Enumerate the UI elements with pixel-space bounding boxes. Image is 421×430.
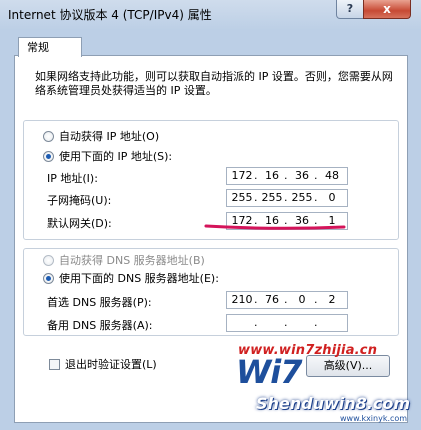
- octet: 2: [314, 292, 347, 308]
- radio-selected-icon: [43, 272, 54, 284]
- watermark-small-url: www.kxinyk.com: [340, 414, 408, 423]
- preferred-dns-input[interactable]: 210 76 0 2: [226, 291, 348, 309]
- watermark-brand: Shenduwin8.com: [256, 394, 411, 413]
- octet: [314, 315, 347, 331]
- title-bar[interactable]: Internet 协议版本 4 (TCP/IPv4) 属性 ? x: [0, 0, 421, 28]
- watermark-url: www.win7zhijia.cn: [238, 343, 378, 358]
- auto-ip-radio[interactable]: 自动获得 IP 地址(O): [43, 128, 159, 144]
- checkbox-icon: [49, 358, 60, 370]
- octet: 48: [314, 168, 347, 184]
- help-button[interactable]: ?: [336, 0, 364, 19]
- manual-dns-label: 使用下面的 DNS 服务器地址(E):: [59, 272, 219, 285]
- octet: [227, 315, 257, 331]
- octet: 255: [284, 190, 317, 206]
- manual-dns-radio[interactable]: 使用下面的 DNS 服务器地址(E):: [43, 270, 219, 286]
- octet: 36: [284, 168, 317, 184]
- description-text: 如果网络支持此功能，则可以获取自动指派的 IP 设置。否则，您需要从网络系统管理…: [35, 70, 393, 97]
- octet: 76: [254, 292, 287, 308]
- manual-ip-radio[interactable]: 使用下面的 IP 地址(S):: [43, 148, 172, 164]
- auto-dns-label: 自动获得 DNS 服务器地址(B): [59, 254, 205, 267]
- manual-ip-label: 使用下面的 IP 地址(S):: [59, 150, 173, 163]
- tab-general[interactable]: 常规: [18, 37, 82, 57]
- octet: [284, 315, 317, 331]
- validate-label: 退出时验证设置(L): [65, 358, 157, 371]
- auto-dns-radio[interactable]: 自动获得 DNS 服务器地址(B): [43, 252, 205, 268]
- dialog-window: Internet 协议版本 4 (TCP/IPv4) 属性 ? x 常规 如果网…: [0, 0, 421, 430]
- close-button[interactable]: x: [363, 0, 411, 19]
- octet: 0: [284, 292, 317, 308]
- subnet-mask-input[interactable]: 255 255 255 0: [226, 189, 348, 207]
- preferred-dns-label: 首选 DNS 服务器(P):: [47, 296, 152, 309]
- radio-icon: [43, 254, 54, 266]
- octet: 172: [231, 169, 253, 182]
- octet: 16: [254, 168, 287, 184]
- octet: 255: [231, 191, 253, 204]
- auto-ip-label: 自动获得 IP 地址(O): [59, 130, 160, 143]
- radio-icon: [43, 130, 54, 142]
- subnet-mask-label: 子网掩码(U):: [47, 194, 112, 207]
- advanced-button[interactable]: 高级(V)...: [306, 355, 390, 377]
- radio-selected-icon: [43, 150, 54, 162]
- ip-address-input[interactable]: 172 16 36 48: [226, 167, 348, 185]
- default-gateway-label: 默认网关(D):: [47, 217, 112, 230]
- validate-checkbox[interactable]: 退出时验证设置(L): [49, 356, 157, 372]
- watermark-logo: Wi7: [236, 353, 312, 391]
- octet: 0: [314, 190, 347, 206]
- alternate-dns-input[interactable]: [226, 314, 348, 332]
- ip-address-label: IP 地址(I):: [47, 172, 98, 185]
- octet: 255: [254, 190, 287, 206]
- octet: 210: [231, 293, 253, 306]
- octet: [254, 315, 287, 331]
- highlight-underline: [204, 224, 346, 230]
- window-title: Internet 协议版本 4 (TCP/IPv4) 属性: [8, 8, 212, 22]
- alternate-dns-label: 备用 DNS 服务器(A):: [47, 319, 153, 332]
